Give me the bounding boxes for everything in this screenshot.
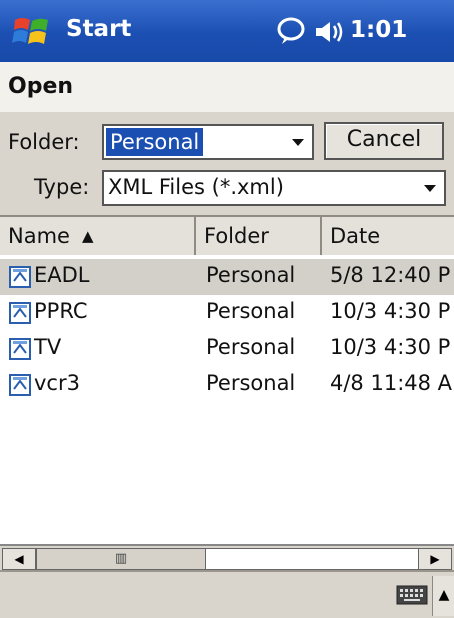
dialog-title: Open bbox=[8, 74, 74, 99]
folder-dropdown[interactable]: Personal bbox=[102, 124, 314, 160]
sort-ascending-icon: ▲ bbox=[81, 227, 94, 245]
input-panel-toggle-icon[interactable]: ▲ bbox=[432, 576, 454, 616]
column-header-folder[interactable]: Folder bbox=[196, 217, 322, 255]
file-folder: Personal bbox=[206, 335, 296, 359]
file-folder: Personal bbox=[206, 371, 296, 395]
file-name: TV bbox=[34, 335, 62, 359]
dialog-header: Open bbox=[0, 62, 454, 114]
folder-value: Personal bbox=[106, 128, 204, 156]
list-item[interactable]: PPRC Personal 10/3 4:30 P bbox=[0, 295, 454, 331]
list-item[interactable]: vcr3 Personal 4/8 11:48 A bbox=[0, 367, 454, 403]
scrollbar-thumb[interactable]: ▥ bbox=[36, 548, 206, 570]
open-form: Folder: Personal Cancel Type: XML Files … bbox=[0, 112, 454, 212]
column-header-date[interactable]: Date bbox=[322, 217, 454, 255]
speaker-icon[interactable] bbox=[314, 19, 344, 45]
xml-file-icon bbox=[9, 374, 31, 396]
scroll-right-icon[interactable]: ▶ bbox=[418, 548, 452, 570]
type-value: XML Files (*.xml) bbox=[108, 175, 284, 199]
list-header: Name ▲ Folder Date bbox=[0, 215, 454, 257]
file-date: 10/3 4:30 P bbox=[330, 335, 451, 359]
chevron-down-icon[interactable] bbox=[286, 128, 310, 156]
clock[interactable]: 1:01 bbox=[350, 17, 407, 43]
file-date: 10/3 4:30 P bbox=[330, 299, 451, 323]
list-item[interactable]: EADL Personal 5/8 12:40 P bbox=[0, 259, 454, 295]
file-date: 5/8 12:40 P bbox=[330, 263, 451, 287]
column-header-label: Name bbox=[8, 224, 70, 248]
file-name: EADL bbox=[34, 263, 90, 287]
column-header-label: Date bbox=[330, 224, 381, 248]
keyboard-icon[interactable] bbox=[396, 584, 428, 606]
folder-label: Folder: bbox=[8, 130, 80, 154]
xml-file-icon bbox=[9, 266, 31, 288]
cancel-button[interactable]: Cancel bbox=[324, 122, 444, 160]
file-name: PPRC bbox=[34, 299, 88, 323]
list-item[interactable]: TV Personal 10/3 4:30 P bbox=[0, 331, 454, 367]
file-folder: Personal bbox=[206, 299, 296, 323]
file-name: vcr3 bbox=[34, 371, 80, 395]
file-folder: Personal bbox=[206, 263, 296, 287]
type-dropdown[interactable]: XML Files (*.xml) bbox=[102, 170, 446, 206]
start-menu-label[interactable]: Start bbox=[66, 16, 131, 42]
file-date: 4/8 11:48 A bbox=[330, 371, 453, 395]
scrollbar-track[interactable] bbox=[206, 548, 418, 570]
chevron-down-icon[interactable] bbox=[418, 174, 442, 202]
column-header-label: Folder bbox=[204, 224, 269, 248]
command-bar: ▲ bbox=[0, 570, 454, 618]
speech-bubble-icon[interactable] bbox=[276, 16, 306, 46]
scroll-left-icon[interactable]: ◀ bbox=[2, 548, 36, 570]
horizontal-scrollbar[interactable]: ◀ ▥ ▶ bbox=[0, 544, 454, 572]
type-label: Type: bbox=[34, 175, 90, 199]
title-bar: Start 1:01 bbox=[0, 0, 454, 62]
xml-file-icon bbox=[9, 338, 31, 360]
file-list: EADL Personal 5/8 12:40 P PPRC Personal … bbox=[0, 255, 454, 544]
column-header-name[interactable]: Name ▲ bbox=[0, 217, 196, 255]
xml-file-icon bbox=[9, 302, 31, 324]
windows-flag-icon[interactable] bbox=[12, 12, 52, 50]
